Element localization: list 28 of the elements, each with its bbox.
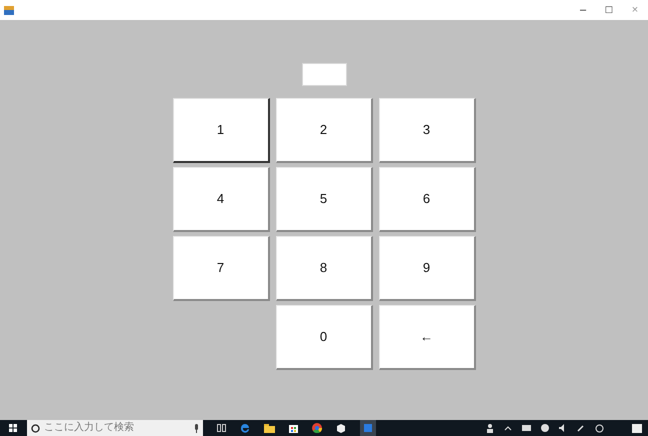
chevron-up-icon[interactable] <box>504 426 512 430</box>
taskbar-search-field[interactable]: ここに入力して検索 <box>27 420 203 436</box>
speaker-icon[interactable] <box>559 424 567 432</box>
keypad-button[interactable]: 5 <box>276 167 372 232</box>
keypad-button[interactable]: 6 <box>378 167 476 232</box>
app-icon[interactable] <box>336 423 346 433</box>
shopping-bag-icon[interactable] <box>289 423 298 433</box>
chrome-icon[interactable] <box>312 423 322 433</box>
keypad-button[interactable]: 3 <box>378 98 476 163</box>
task-view-icon[interactable] <box>217 424 226 432</box>
browser-e-icon[interactable] <box>240 423 250 433</box>
number-field[interactable] <box>302 63 346 86</box>
maximize-button[interactable]: □ <box>596 0 622 20</box>
keypad-button[interactable]: 0 <box>276 305 372 370</box>
keypad-button[interactable]: 9 <box>378 236 476 301</box>
microphone-icon[interactable] <box>194 424 199 432</box>
folder-icon[interactable] <box>264 424 275 432</box>
windows-start-icon[interactable] <box>9 424 17 432</box>
keypad-button[interactable]: 8 <box>276 236 372 301</box>
keypad-button[interactable]: 4 <box>172 167 270 232</box>
app-icon <box>4 6 14 14</box>
keypad-button[interactable]: 1 <box>172 98 270 163</box>
keypad-button[interactable]: 7 <box>172 236 270 301</box>
keypad-button[interactable]: 2 <box>276 98 372 163</box>
person-icon[interactable] <box>486 424 494 432</box>
search-icon <box>31 424 40 432</box>
keypad-button[interactable]: ← <box>378 305 476 370</box>
minimize-button[interactable]: – <box>570 0 596 20</box>
